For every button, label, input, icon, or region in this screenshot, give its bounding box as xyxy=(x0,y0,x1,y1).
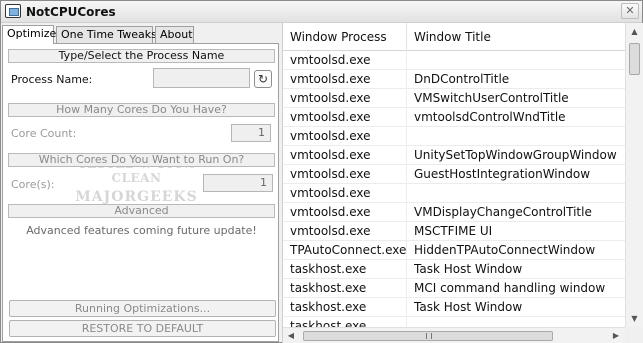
process-name-label: Process Name: xyxy=(11,73,93,86)
cell-window-title: VMSwitchUserControlTitle xyxy=(414,91,569,105)
advanced-info-text: Advanced features coming future update! xyxy=(26,224,257,237)
process-name-combobox[interactable] xyxy=(153,68,250,88)
cell-window-title: DnDControlTitle xyxy=(414,72,510,86)
cell-window-title: vmtoolsdControlWndTitle xyxy=(414,110,566,124)
cell-window-title: MSCTFIME UI xyxy=(414,224,493,238)
section-header-process: Type/Select the Process Name xyxy=(8,49,275,63)
app-icon xyxy=(5,4,21,18)
table-row[interactable]: TPAutoConnect.exe HiddenTPAutoConnectWind… xyxy=(283,241,625,260)
list-header: Window Process Window Title xyxy=(283,23,625,51)
cell-window-process: taskhost.exe xyxy=(283,260,407,279)
scroll-up-icon[interactable]: ▲ xyxy=(626,23,643,40)
running-optimizations-button[interactable]: Running Optimizations... xyxy=(9,300,276,317)
cell-window-process: vmtoolsd.exe xyxy=(283,127,407,146)
list-rows: vmtoolsd.exe vmtoolsd.exe DnDControlTitle v… xyxy=(283,51,625,327)
cell-window-title: MCI command handling window xyxy=(414,281,606,295)
vertical-scrollbar[interactable]: ▲ ▼ xyxy=(625,23,643,327)
refresh-icon[interactable]: ↻ xyxy=(254,70,272,88)
section-header-cores: How Many Cores Do You Have? xyxy=(8,103,275,117)
cell-window-process: taskhost.exe xyxy=(283,279,407,298)
table-row[interactable]: vmtoolsd.exe UnitySetTopWindowGroupWindow xyxy=(283,146,625,165)
cell-window-process: vmtoolsd.exe xyxy=(283,184,407,203)
core-count-input[interactable]: 1 xyxy=(231,124,271,142)
table-row[interactable]: vmtoolsd.exe xyxy=(283,184,625,203)
table-row[interactable]: vmtoolsd.exe VMSwitchUserControlTitle xyxy=(283,89,625,108)
process-list[interactable]: Window Process Window Title vmtoolsd.exe… xyxy=(282,23,643,343)
cell-window-process: vmtoolsd.exe xyxy=(283,146,407,165)
table-row[interactable]: vmtoolsd.exe MSCTFIME UI xyxy=(283,222,625,241)
table-row[interactable]: vmtoolsd.exe GuestHostIntegrationWindow xyxy=(283,165,625,184)
app-window: NotCPUCores ✕ Optimize One Time Tweaks A… xyxy=(0,0,643,343)
cell-window-process: vmtoolsd.exe xyxy=(283,108,407,127)
cell-window-title xyxy=(407,184,625,203)
window-title: NotCPUCores xyxy=(26,5,116,19)
cell-window-title: VMDisplayChangeControlTitle xyxy=(414,205,592,219)
cell-window-title xyxy=(407,127,625,146)
cell-window-process: taskhost.exe xyxy=(283,298,407,317)
cell-window-process: vmtoolsd.exe xyxy=(283,89,407,108)
cell-window-process: taskhost.exe xyxy=(283,317,407,327)
horizontal-scroll-thumb[interactable] xyxy=(303,331,553,341)
cell-window-title: GuestHostIntegrationWindow xyxy=(414,167,591,181)
restore-default-button[interactable]: RESTORE TO DEFAULT xyxy=(9,320,276,337)
table-row[interactable]: vmtoolsd.exe xyxy=(283,51,625,70)
cell-window-process: vmtoolsd.exe xyxy=(283,70,407,89)
horizontal-scrollbar[interactable]: ◀ ▶ xyxy=(283,327,625,343)
table-row[interactable]: taskhost.exe Task Host Window xyxy=(283,260,625,279)
table-row[interactable]: vmtoolsd.exe VMDisplayChangeControlTitle xyxy=(283,203,625,222)
tab-optimize[interactable]: Optimize xyxy=(2,25,56,44)
table-row[interactable]: taskhost.exe MCI command handling window xyxy=(283,279,625,298)
title-bar: NotCPUCores ✕ xyxy=(1,1,642,23)
cell-window-process: vmtoolsd.exe xyxy=(283,203,407,222)
column-header-window-process[interactable]: Window Process xyxy=(283,23,407,51)
scrollbar-corner xyxy=(625,327,643,343)
optimize-panel: Type/Select the Process Name Process Nam… xyxy=(2,43,279,342)
table-row[interactable]: taskhost.exe Task Host Window xyxy=(283,298,625,317)
section-header-advanced: Advanced xyxy=(8,204,275,218)
cell-window-title: HiddenTPAutoConnectWindow xyxy=(414,243,596,257)
core-count-label: Core Count: xyxy=(11,127,77,140)
table-row[interactable]: vmtoolsd.exe xyxy=(283,127,625,146)
grip-icon xyxy=(426,333,432,339)
cell-window-process: vmtoolsd.exe xyxy=(283,165,407,184)
cell-window-title: Task Host Window xyxy=(414,262,523,276)
column-header-window-title[interactable]: Window Title xyxy=(407,23,625,51)
cell-window-title xyxy=(407,51,625,70)
tab-about[interactable]: About xyxy=(155,26,194,44)
cores-label: Core(s): xyxy=(11,178,55,191)
cores-input[interactable]: 1 xyxy=(203,174,273,192)
table-row[interactable]: taskhost.exe xyxy=(283,317,625,327)
cell-window-process: vmtoolsd.exe xyxy=(283,51,407,70)
section-header-which-cores: Which Cores Do You Want to Run On? xyxy=(8,153,275,167)
cell-window-title: Task Host Window xyxy=(414,300,523,314)
cell-window-title: UnitySetTopWindowGroupWindow xyxy=(414,148,617,162)
scroll-left-icon[interactable]: ◀ xyxy=(283,328,299,343)
close-button[interactable]: ✕ xyxy=(621,3,639,19)
tab-one-time-tweaks[interactable]: One Time Tweaks xyxy=(56,26,157,44)
vertical-scroll-thumb[interactable] xyxy=(629,43,640,75)
scroll-right-icon[interactable]: ▶ xyxy=(608,328,624,343)
scroll-down-icon[interactable]: ▼ xyxy=(626,310,643,327)
table-row[interactable]: vmtoolsd.exe vmtoolsdControlWndTitle xyxy=(283,108,625,127)
table-row[interactable]: vmtoolsd.exe DnDControlTitle xyxy=(283,70,625,89)
cell-window-process: TPAutoConnect.exe xyxy=(283,241,407,260)
cell-window-title xyxy=(407,317,625,327)
cell-window-process: vmtoolsd.exe xyxy=(283,222,407,241)
